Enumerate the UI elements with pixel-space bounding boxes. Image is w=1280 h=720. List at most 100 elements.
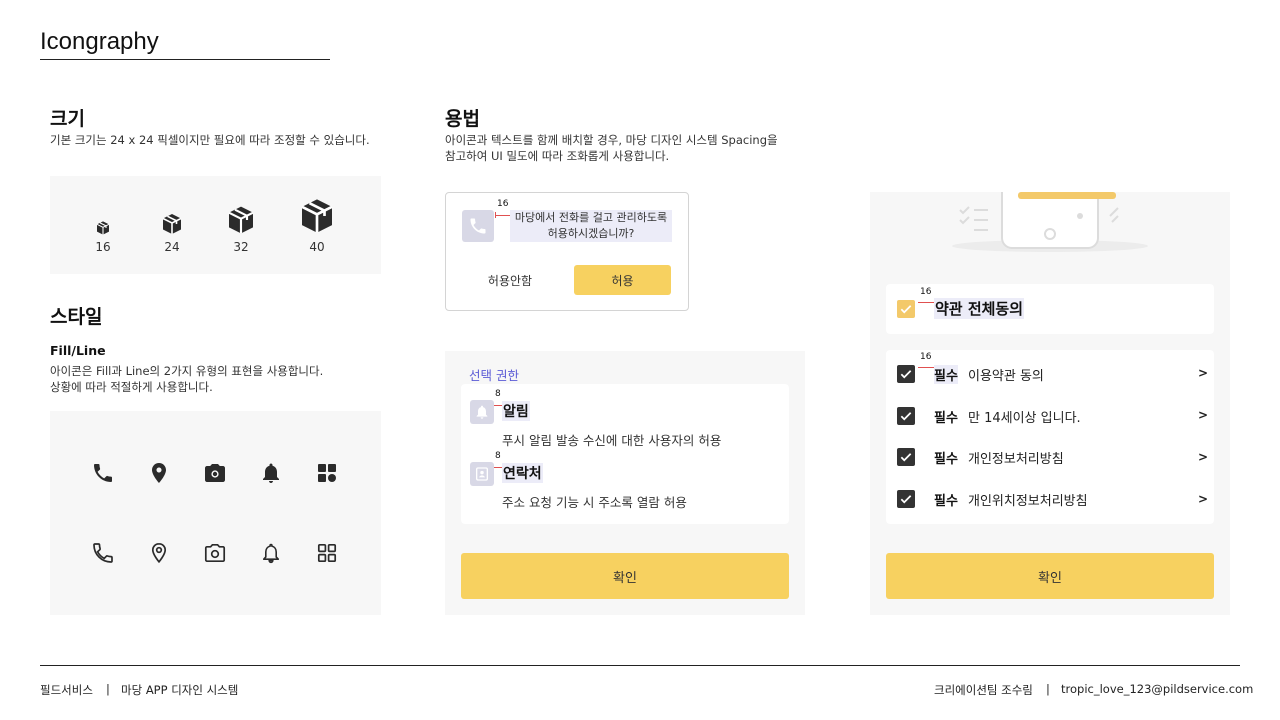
permission-title-notification: 알림 [502,401,530,421]
agree-all-checkbox[interactable] [897,300,915,318]
terms-text: 이용약관 동의 [968,369,1044,384]
spacing-value: 16 [920,287,932,297]
optional-permission-panel: 선택 권한 8 알림 푸시 알림 발송 수신에 대한 사용자의 허용 8 연락처… [445,351,805,615]
terms-list-card: 16 필수 이용약관 동의 > 필수 만 14세이상 입니다. > 필수 개인정… [886,350,1214,524]
usage-section-title: 용법 [445,108,480,130]
chevron-right-icon[interactable]: > [1198,492,1208,506]
checkmark-icon [900,305,912,314]
required-label: 필수 [934,365,958,384]
footer-divider [40,665,1240,666]
agree-all-card: 16 약관 전체동의 [886,284,1214,334]
chevron-right-icon[interactable]: > [1198,450,1208,464]
chevron-right-icon[interactable]: > [1198,408,1208,422]
phone-illustration-icon [952,192,1148,252]
size-label: 40 [309,240,325,254]
terms-text: 개인위치정보처리방침 [968,494,1088,509]
terms-text: 만 14세이상 입니다. [968,411,1081,426]
camera-outline-icon [204,543,226,563]
terms-text: 개인정보처리방침 [968,452,1064,467]
dialog-message-line2: 허용하시겠습니까? [547,227,635,240]
spacing-marker [918,367,934,368]
phone-icon [94,464,112,482]
spacing-value: 8 [495,389,501,399]
spacing-marker [495,215,511,216]
bell-icon [476,405,488,419]
agree-all-label: 약관 전체동의 [934,298,1025,319]
style-description-line1: 아이콘은 Fill과 Line의 2가지 유형의 표현을 사용합니다. [50,364,324,378]
permission-desc-contacts: 주소 요청 기능 시 주소록 열람 허용 [502,495,687,510]
terms-checkbox[interactable] [897,448,915,466]
footer-company: 필드서비스 [40,683,93,697]
spacing-value: 16 [920,352,932,362]
size-sample-32: 32 [225,204,257,254]
spacing-marker [494,405,502,406]
size-section-description: 기본 크기는 24 x 24 픽셀이지만 필요에 따라 조정할 수 있습니다. [50,133,370,147]
location-pin-outline-icon [151,542,167,564]
terms-confirm-button[interactable]: 확인 [886,553,1214,599]
footer-email[interactable]: tropic_love_123@pildservice.com [1061,682,1253,696]
phone-icon [470,218,486,234]
terms-agreement-panel: 16 약관 전체동의 16 필수 이용약관 동의 > 필수 만 14세이상 입니… [870,192,1230,615]
dialog-message: 마당에서 전화를 걸고 관리하도록 허용하시겠습니까? [510,210,672,242]
size-sample-panel: 16 24 32 40 [50,176,381,274]
phone-icon-container [462,210,494,242]
permission-confirm-button[interactable]: 확인 [461,553,789,599]
bell-outline-icon [263,543,279,564]
footer-separator: | [1046,682,1050,696]
checkmark-icon [900,453,912,462]
spacing-marker [494,467,502,468]
size-sample-16: 16 [95,220,111,254]
location-pin-icon [152,463,166,483]
style-sample-panel [50,411,381,615]
page-title: Icongraphy [40,28,159,55]
spacing-value: 16 [497,199,509,209]
required-label: 필수 [934,452,958,467]
style-description-line2: 상황에 따라 적절하게 사용합니다. [50,380,213,394]
box-icon [162,214,182,234]
size-sample-40: 40 [297,196,337,254]
terms-checkbox[interactable] [897,490,915,508]
required-label: 필수 [934,411,958,426]
size-label: 32 [233,240,249,254]
permission-dialog-example: 16 마당에서 전화를 걸고 관리하도록 허용하시겠습니까? 허용안함 허용 [445,192,689,311]
footer-team: 크리에이션팀 조수림 [934,683,1033,697]
allow-button[interactable]: 허용 [574,265,671,295]
size-section-title: 크기 [50,108,85,130]
footer-separator: | [106,682,110,696]
permission-header: 선택 권한 [469,368,519,383]
usage-description-line2: 참고하여 UI 밀도에 따라 조화롭게 사용합니다. [445,149,670,163]
camera-icon [205,464,225,482]
checkmark-icon [900,495,912,504]
chevron-right-icon[interactable]: > [1198,366,1208,380]
bell-icon [263,463,279,483]
deny-button[interactable]: 허용안함 [470,265,550,295]
contacts-icon [476,467,488,481]
style-section-title: 스타일 [50,306,103,328]
terms-checkbox[interactable] [897,407,915,425]
checkmark-icon [900,412,912,421]
grid-outline-icon [317,543,337,563]
spacing-value: 8 [495,451,501,461]
permission-desc-notification: 푸시 알림 발송 수신에 대한 사용자의 허용 [502,433,722,448]
bell-icon-container [470,400,494,424]
usage-description-line1: 아이콘과 텍스트를 함께 배치할 경우, 마당 디자인 시스템 Spacing을 [445,133,778,147]
box-icon [96,221,110,235]
grid-icon [318,464,336,482]
spacing-marker [918,302,934,303]
footer-product: 마당 APP 디자인 시스템 [121,683,239,697]
size-label: 16 [95,240,111,254]
box-icon [228,206,254,234]
terms-checkbox[interactable] [897,365,915,383]
checkmark-icon [900,370,912,379]
permission-title-contacts: 연락처 [502,463,543,483]
style-subtitle: Fill/Line [50,343,106,358]
size-sample-24: 24 [160,212,184,254]
permission-card: 8 알림 푸시 알림 발송 수신에 대한 사용자의 허용 8 연락처 주소 요청… [461,384,789,524]
box-icon [301,199,333,233]
title-underline [40,59,330,60]
contacts-icon-container [470,462,494,486]
size-label: 24 [164,240,180,254]
phone-outline-icon [93,543,113,563]
dialog-message-line1: 마당에서 전화를 걸고 관리하도록 [514,211,668,224]
required-label: 필수 [934,494,958,509]
